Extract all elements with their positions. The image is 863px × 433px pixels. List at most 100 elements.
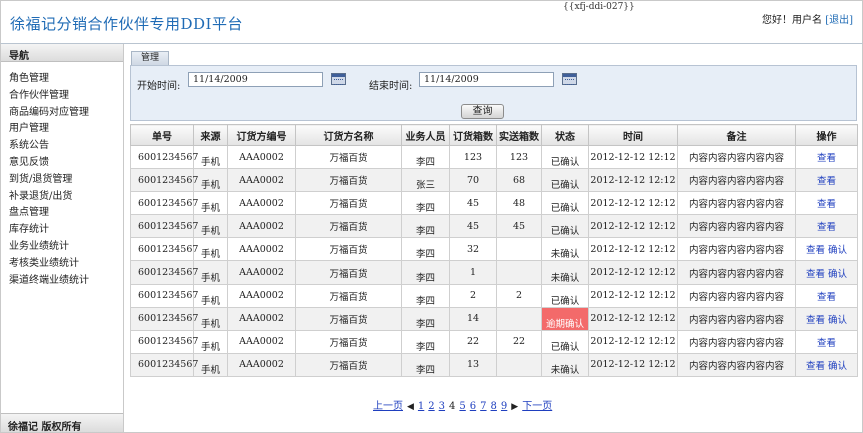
ordered-qty-cell: 13 xyxy=(449,352,497,377)
orders-table: 单号 来源 订货方编号 订货方名称 业务人员 订货箱数 实送箱数 状态 时间 备注 操作 60012… xyxy=(130,124,858,377)
sidebar-item[interactable]: 系统公告 xyxy=(1,138,123,155)
page-link[interactable]: 1 xyxy=(418,401,424,412)
delivered-qty-cell: 48 xyxy=(496,191,542,216)
page-link[interactable]: 9 xyxy=(501,401,507,412)
order-id-cell: 6001234567 xyxy=(130,191,198,216)
sidebar-item[interactable]: 商品编码对应管理 xyxy=(1,105,123,122)
customer-no-cell: AAA0002 xyxy=(227,168,296,193)
delivered-qty-cell: 45 xyxy=(496,214,542,239)
logout-link[interactable]: [退出] xyxy=(825,11,853,26)
customer-name-cell: 万福百货 xyxy=(295,191,402,216)
customer-no-cell: AAA0002 xyxy=(227,237,296,262)
sidebar-item[interactable]: 考核类业绩统计 xyxy=(1,256,123,273)
salesperson-cell: 李四 xyxy=(401,144,450,170)
start-time-label: 开始时间: xyxy=(137,81,181,92)
sidebar-item[interactable]: 角色管理 xyxy=(1,71,123,88)
delivered-qty-cell: 22 xyxy=(496,329,542,354)
note-cell: 内容内容内容内容内容 xyxy=(677,352,796,377)
view-link[interactable]: 查看 xyxy=(806,269,825,280)
time-cell: 2012-12-12 12:12 xyxy=(588,283,678,308)
ordered-qty-cell: 14 xyxy=(449,306,497,331)
column-header: 订货方编号 xyxy=(227,124,296,146)
source-cell: 手机 xyxy=(193,191,228,216)
start-date-input[interactable] xyxy=(188,72,323,87)
page-link[interactable]: 3 xyxy=(439,401,445,412)
status-cell: 已确认 xyxy=(541,214,589,239)
end-date-input[interactable] xyxy=(419,72,554,87)
salesperson-cell: 李四 xyxy=(401,260,450,285)
order-id-cell: 6001234567 xyxy=(130,306,198,331)
customer-no-cell: AAA0002 xyxy=(227,191,296,216)
order-id-cell: 6001234567 xyxy=(130,283,198,308)
page-link[interactable]: 8 xyxy=(491,401,497,412)
sidebar-item[interactable]: 补录退货/出货 xyxy=(1,189,123,206)
customer-no-cell: AAA0002 xyxy=(227,260,296,285)
confirm-link[interactable]: 确认 xyxy=(828,361,847,372)
table-row: 6001234567 手机 AAA0002 万福百货 李四 14 逾期确认 2012-12-1… xyxy=(130,306,858,331)
triangle-right-icon[interactable]: ▶ xyxy=(511,402,518,412)
sidebar-item[interactable]: 用户管理 xyxy=(1,121,123,138)
sidebar-item[interactable]: 盘点管理 xyxy=(1,205,123,222)
tab-manage[interactable]: 管理 xyxy=(131,51,169,65)
view-link[interactable]: 查看 xyxy=(817,292,836,303)
confirm-link[interactable]: 确认 xyxy=(828,315,847,326)
triangle-left-icon[interactable]: ◀ xyxy=(407,402,414,412)
table-body: 6001234567 手机 AAA0002 万福百货 李四 123 123 已确认 2012-1… xyxy=(130,144,858,377)
time-cell: 2012-12-12 12:12 xyxy=(588,214,678,239)
column-header: 操作 xyxy=(795,124,858,146)
view-link[interactable]: 查看 xyxy=(817,222,836,233)
order-id-cell: 6001234567 xyxy=(130,237,198,262)
status-cell: 逾期确认 xyxy=(541,306,589,331)
next-page-link[interactable]: 下一页 xyxy=(522,401,552,412)
nav-heading: 导航 xyxy=(1,44,123,62)
customer-name-cell: 万福百货 xyxy=(295,144,402,170)
customer-no-cell: AAA0002 xyxy=(227,283,296,308)
filter-toolbar: 开始时间: 结束时间: 查询 xyxy=(130,65,857,121)
page-link[interactable]: 2 xyxy=(428,401,434,412)
confirm-link[interactable]: 确认 xyxy=(828,245,847,256)
ordered-qty-cell: 22 xyxy=(449,329,497,354)
page-link[interactable]: 5 xyxy=(459,401,465,412)
view-link[interactable]: 查看 xyxy=(806,315,825,326)
salesperson-cell: 李四 xyxy=(401,191,450,216)
column-header: 时间 xyxy=(588,124,678,146)
time-cell: 2012-12-12 12:12 xyxy=(588,329,678,354)
time-cell: 2012-12-12 12:12 xyxy=(588,260,678,285)
query-button[interactable]: 查询 xyxy=(461,104,504,119)
page-link[interactable]: 7 xyxy=(480,401,486,412)
app-title: 徐福记分销合作伙伴专用DDI平台 xyxy=(10,15,243,33)
status-cell: 已确认 xyxy=(541,191,589,216)
sidebar-item[interactable]: 渠道终端业绩统计 xyxy=(1,273,123,290)
actions-cell: 查看 确认 xyxy=(795,306,858,331)
note-cell: 内容内容内容内容内容 xyxy=(677,237,796,262)
column-header: 单号 xyxy=(130,124,194,146)
sidebar-item[interactable]: 合作伙伴管理 xyxy=(1,88,123,105)
sidebar-item[interactable]: 到货/退货管理 xyxy=(1,172,123,189)
table-row: 6001234567 手机 AAA0002 万福百货 李四 32 未确认 2012-12-12… xyxy=(130,237,858,262)
ordered-qty-cell: 1 xyxy=(449,260,497,285)
view-link[interactable]: 查看 xyxy=(817,199,836,210)
ordered-qty-cell: 45 xyxy=(449,191,497,216)
view-link[interactable]: 查看 xyxy=(806,361,825,372)
sidebar-item[interactable]: 业务业绩统计 xyxy=(1,239,123,256)
delivered-qty-cell: 123 xyxy=(496,144,542,170)
status-cell: 已确认 xyxy=(541,329,589,354)
calendar-icon[interactable] xyxy=(331,73,346,85)
confirm-link[interactable]: 确认 xyxy=(828,269,847,280)
calendar-icon[interactable] xyxy=(562,73,577,85)
order-id-cell: 6001234567 xyxy=(130,260,198,285)
status-cell: 未确认 xyxy=(541,352,589,377)
page-link[interactable]: 6 xyxy=(470,401,476,412)
view-link[interactable]: 查看 xyxy=(806,245,825,256)
note-cell: 内容内容内容内容内容 xyxy=(677,168,796,193)
view-link[interactable]: 查看 xyxy=(817,338,836,349)
view-link[interactable]: 查看 xyxy=(817,176,836,187)
view-link[interactable]: 查看 xyxy=(817,153,836,164)
sidebar-item[interactable]: 意见反馈 xyxy=(1,155,123,172)
prev-page-link[interactable]: 上一页 xyxy=(373,401,403,412)
customer-name-cell: 万福百货 xyxy=(295,283,402,308)
delivered-qty-cell: 68 xyxy=(496,168,542,193)
sidebar-item[interactable]: 库存统计 xyxy=(1,222,123,239)
status-cell: 已确认 xyxy=(541,144,589,170)
source-cell: 手机 xyxy=(193,144,228,170)
